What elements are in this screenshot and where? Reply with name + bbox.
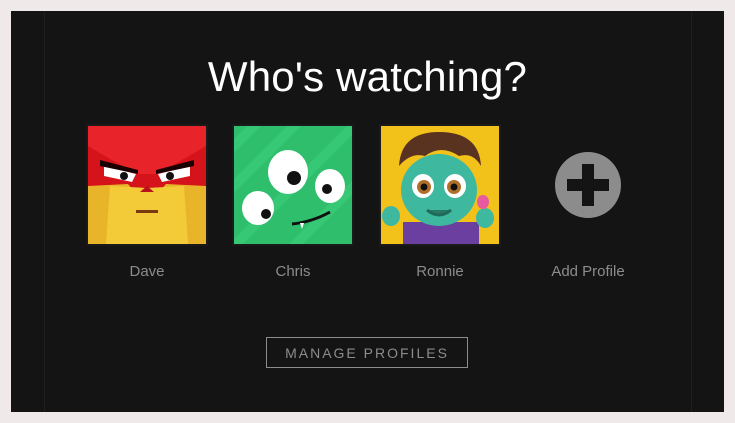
profile-name: Chris [275, 263, 311, 280]
profile-name: Ronnie [416, 263, 464, 280]
plus-icon [555, 152, 621, 218]
profile-ronnie[interactable]: Ronnie [379, 124, 501, 280]
manage-profiles-button[interactable]: MANAGE PROFILES [266, 337, 468, 368]
ronnie-avatar[interactable] [379, 124, 501, 246]
profile-name: Dave [129, 263, 165, 280]
chris-avatar[interactable] [232, 124, 354, 246]
profile-chris[interactable]: Chris [232, 124, 354, 280]
add-profile-button[interactable] [527, 124, 649, 246]
add-profile[interactable]: Add Profile [527, 124, 649, 280]
dave-avatar[interactable] [86, 124, 208, 246]
profile-dave[interactable]: Dave [86, 124, 208, 280]
add-profile-label: Add Profile [551, 263, 625, 280]
profile-gate: Who's watching? Dave Chris Ronnie Add Pr… [11, 11, 724, 412]
page-title: Who's watching? [207, 53, 528, 100]
